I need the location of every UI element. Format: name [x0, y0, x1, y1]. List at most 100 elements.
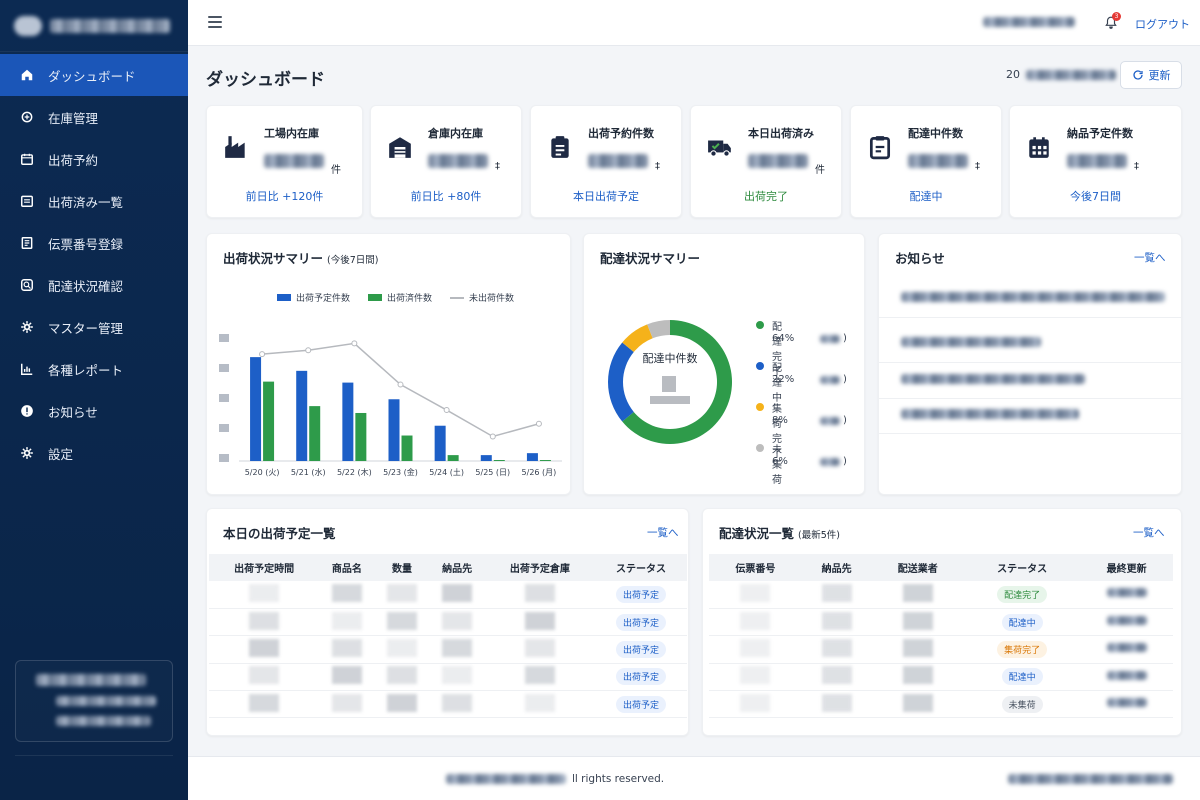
timestamp-redacted — [1106, 616, 1147, 626]
sidebar-item-2[interactable]: 出荷予約 — [0, 138, 188, 180]
y-tick-redacted — [219, 334, 229, 342]
kpi-value-redacted — [908, 154, 968, 168]
column-header[interactable]: 数量 — [374, 554, 430, 581]
notice-item-redacted[interactable] — [901, 292, 1165, 302]
y-tick-redacted — [219, 454, 229, 462]
status-badge: 集荷完了 — [997, 640, 1048, 658]
delivery-status-table: 伝票番号 納品先 配送業者 ステータス 最終更新 配達完了 配達中 集荷完了 配達中 未集荷 — [709, 554, 1173, 719]
logout-link[interactable]: ログアウト — [1135, 16, 1190, 32]
sidebar-item-9[interactable]: 設定 — [0, 432, 188, 474]
column-header[interactable]: 納品先 — [801, 554, 872, 581]
sidebar-item-6[interactable]: マスター管理 — [0, 306, 188, 348]
cell-value-redacted — [821, 583, 852, 602]
bar-shipped — [447, 455, 459, 461]
kpi-unit: ‡ — [655, 161, 660, 172]
kpi-card[interactable]: 配達中件数 ‡ 配達中 — [850, 105, 1002, 218]
column-header[interactable]: 出荷予定時間 — [209, 554, 320, 581]
cell-value-redacted — [331, 611, 362, 630]
bar-planned — [480, 455, 492, 461]
today-shipments-view-all-link[interactable]: 一覧へ — [647, 525, 679, 540]
table-cell-redacted — [209, 581, 320, 609]
kpi-card[interactable]: 本日出荷済み 件 出荷完了 — [690, 105, 842, 218]
status-badge: 配達中 — [1001, 613, 1043, 631]
kpi-label: 工場内在庫 — [264, 127, 319, 140]
today-shipments-table: 出荷予定時間 商品名 数量 納品先 出荷予定倉庫 ステータス 出荷予定 出荷予定 出荷予定 出荷予… — [209, 554, 687, 719]
column-header[interactable]: 納品先 — [429, 554, 485, 581]
menu-toggle-icon[interactable] — [208, 16, 222, 28]
table-cell-redacted — [319, 690, 375, 719]
table-row[interactable]: 集荷完了 — [709, 635, 1173, 664]
brand-name-redacted — [50, 18, 170, 33]
report-icon — [20, 362, 34, 376]
table-row[interactable]: 配達完了 — [709, 581, 1173, 609]
user-info-box — [15, 660, 173, 742]
status-cell: 出荷予定 — [595, 690, 687, 719]
kpi-value-redacted — [588, 154, 648, 168]
delivery-donut-chart: 配達中件数 — [608, 320, 732, 444]
search-icon — [20, 278, 34, 292]
status-cell: 配達中 — [964, 663, 1081, 692]
cell-value-redacted — [902, 611, 933, 630]
table-cell-redacted — [484, 608, 596, 637]
donut-slice — [608, 342, 634, 422]
brand[interactable] — [0, 0, 188, 52]
column-header[interactable]: ステータス — [595, 554, 687, 581]
sidebar-item-label: 在庫管理 — [48, 110, 99, 126]
legend-percent: 22% — [772, 374, 795, 385]
column-header[interactable]: 出荷予定倉庫 — [484, 554, 596, 581]
cell-value-redacted — [821, 666, 852, 685]
cell-value-redacted — [524, 583, 555, 602]
divider — [879, 398, 1181, 399]
column-header[interactable]: 商品名 — [319, 554, 375, 581]
sidebar-item-7[interactable]: 各種レポート — [0, 348, 188, 390]
table-row[interactable]: 出荷予定 — [209, 635, 687, 664]
sidebar-item-4[interactable]: 伝票番号登録 — [0, 222, 188, 264]
kpi-value-redacted — [1067, 154, 1127, 168]
kpi-card[interactable]: 工場内在庫 件 前日比 +120件 — [206, 105, 363, 218]
notice-item-redacted[interactable] — [901, 337, 1041, 347]
kpi-card[interactable]: 納品予定件数 ‡ 今後7日間 — [1009, 105, 1182, 218]
table-row[interactable]: 配達中 — [709, 663, 1173, 692]
cell-value-redacted — [740, 666, 771, 685]
bar-planned — [296, 370, 308, 461]
kpi-card[interactable]: 出荷予約件数 ‡ 本日出荷予定 — [530, 105, 682, 218]
home-icon — [20, 68, 34, 82]
bar-shipped — [309, 406, 321, 461]
refresh-button[interactable]: 更新 — [1120, 61, 1182, 89]
legend-dot — [756, 403, 764, 411]
column-header[interactable]: 最終更新 — [1080, 554, 1173, 581]
sidebar-item-3[interactable]: 出荷済み一覧 — [0, 180, 188, 222]
today-shipments-title: 本日の出荷予定一覧 — [223, 526, 336, 541]
table-cell-redacted — [319, 663, 375, 692]
bar-planned — [342, 382, 354, 461]
table-cell-redacted — [484, 581, 596, 609]
table-cell-redacted — [871, 663, 965, 692]
notice-item-redacted[interactable] — [901, 374, 1085, 384]
delivery-status-title: 配達状況一覧 (最新5件) — [719, 523, 840, 542]
sidebar-item-5[interactable]: 配達状況確認 — [0, 264, 188, 306]
last-updated-cell — [1080, 581, 1173, 609]
cell-value-redacted — [442, 693, 473, 712]
notices-view-all-link[interactable]: 一覧へ — [1134, 250, 1166, 265]
sidebar-item-0[interactable]: ダッシュボード — [0, 54, 188, 96]
table-row[interactable]: 出荷予定 — [209, 608, 687, 637]
sidebar-item-1[interactable]: 在庫管理 — [0, 96, 188, 138]
sidebar-item-8[interactable]: お知らせ — [0, 390, 188, 432]
table-row[interactable]: 配達中 — [709, 608, 1173, 637]
table-cell-redacted — [801, 690, 872, 719]
x-tick-label: 5/20 (火) — [245, 468, 280, 477]
notices-title: お知らせ — [895, 251, 945, 266]
cell-value-redacted — [902, 638, 933, 657]
kpi-card[interactable]: 倉庫内在庫 ‡ 前日比 +80件 — [370, 105, 522, 218]
column-header[interactable]: 配送業者 — [871, 554, 965, 581]
table-row[interactable]: 出荷予定 — [209, 581, 687, 609]
table-row[interactable]: 出荷予定 — [209, 690, 687, 719]
delivery-status-view-all-link[interactable]: 一覧へ — [1133, 525, 1165, 540]
shipping-summary-card: 出荷状況サマリー (今後7日間) 出荷予定件数 出荷済件数 未出荷件数 5/20 (火… — [206, 233, 571, 495]
notice-item-redacted[interactable] — [901, 409, 1079, 419]
table-row[interactable]: 未集荷 — [709, 690, 1173, 719]
table-row[interactable]: 出荷予定 — [209, 663, 687, 692]
table-cell-redacted — [709, 690, 802, 719]
column-header[interactable]: 伝票番号 — [709, 554, 802, 581]
column-header[interactable]: ステータス — [964, 554, 1081, 581]
